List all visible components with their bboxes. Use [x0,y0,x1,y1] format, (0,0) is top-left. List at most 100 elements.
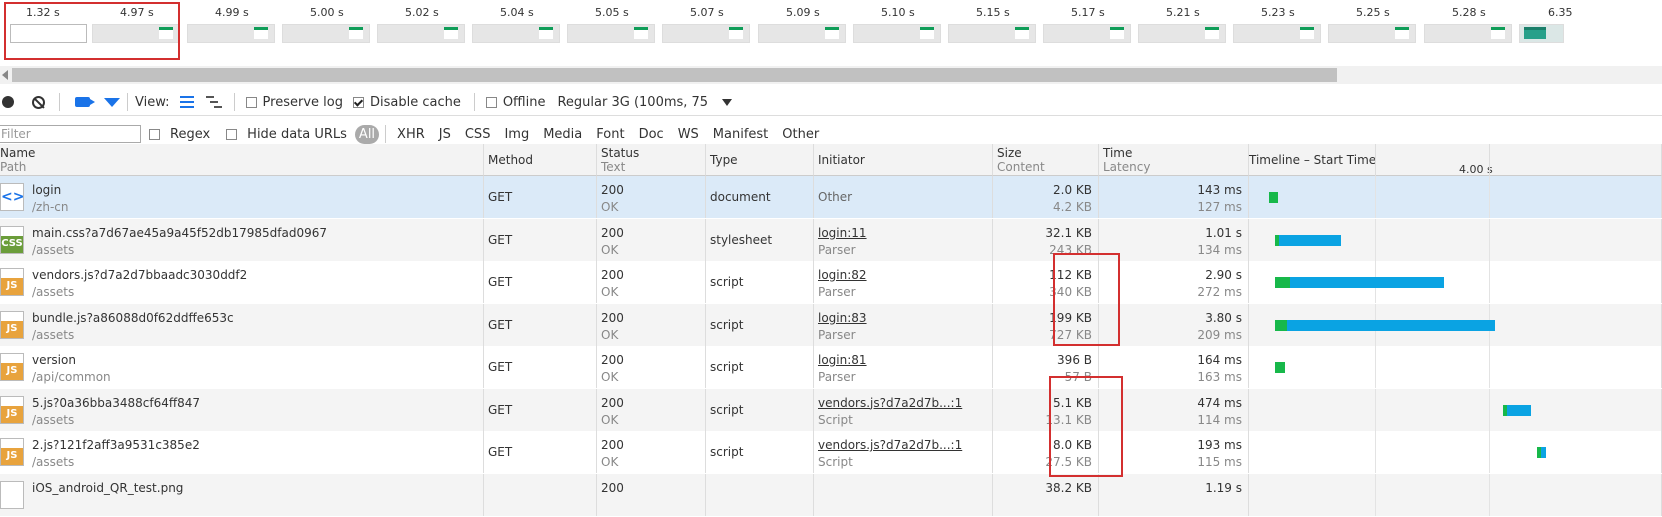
record-icon[interactable] [2,96,14,108]
column-header-name[interactable]: Name Path [0,144,484,176]
filmstrip-frame[interactable] [853,24,941,43]
filmstrip-frame[interactable] [662,24,750,43]
filmstrip-frame[interactable] [1138,24,1226,43]
table-row[interactable]: <> login/zh-cn GET 200 OK document Other 2.0 KB… [0,176,1662,218]
request-path: /zh-cn [32,200,69,214]
cell-type: script [706,261,814,303]
resource-type: document [710,190,771,204]
request-name: main.css?a7d67ae45a9a45f52db17985dfad096… [32,225,328,240]
page-thumbnail [1205,27,1219,39]
initiator-type: Script [818,455,853,469]
type-filter-ws[interactable]: WS [673,125,704,144]
filmstrip-frame[interactable] [1424,24,1512,43]
hide-data-urls-checkbox[interactable] [226,128,238,140]
header-size-label: Size [997,146,1022,160]
filmstrip-time: 5.07 s [690,6,724,19]
type-filter-css[interactable]: CSS [460,125,496,144]
table-row[interactable]: JS 5.js?0a36bba3488cf64ff847/assets GET 200… [0,388,1662,431]
page-thumbnail [254,27,268,39]
column-header-time[interactable]: Time Latency [1099,144,1249,176]
initiator-type: Parser [818,285,856,299]
table-row[interactable]: JS bundle.js?a86088d0f62ddffe653c/assets G… [0,303,1662,346]
filmstrip-frame[interactable] [282,24,370,43]
filmstrip-frame[interactable] [758,24,846,43]
timeline-gridline [1489,218,1490,261]
disable-cache-checkbox[interactable] [352,96,364,108]
timeline-gridline [1375,473,1376,516]
column-header-timeline[interactable]: Timeline – Start Time 4.00 s [1249,144,1662,176]
request-name: vendors.js?d7a2d7bbaadc3030ddf2 [32,268,248,282]
divider [233,93,235,111]
offline-checkbox[interactable] [485,96,497,108]
clear-icon[interactable] [32,95,45,109]
column-header-size[interactable]: Size Content [993,144,1099,176]
filmstrip-scrollbar[interactable] [0,66,1662,84]
table-row[interactable]: iOS_android_QR_test.png 200 38.2 KB 1.19 s [0,473,1662,516]
filmstrip-frame[interactable] [377,24,465,43]
throttling-select[interactable]: Regular 3G (100ms, 75 [557,95,708,110]
table-row[interactable]: JS version/api/common GET 200 OK script login:… [0,346,1662,388]
timeline-gridline [1375,176,1376,218]
timeline-gridline [1375,346,1376,388]
status-code: 200 [601,480,624,495]
column-header-initiator[interactable]: Initiator [814,144,993,176]
type-filter-all[interactable]: All [354,124,380,144]
cell-timeline [1249,261,1662,303]
overview-icon[interactable] [205,96,222,108]
cell-name: JS 5.js?0a36bba3488cf64ff847/assets [0,388,484,431]
type-filter-img[interactable]: Img [499,125,534,144]
hide-data-urls-label: Hide data URLs [247,126,347,142]
filmstrip-frame[interactable] [472,24,560,43]
request-name: login [32,183,62,197]
type-filter-manifest[interactable]: Manifest [708,125,773,144]
type-filter-js[interactable]: JS [434,125,456,144]
large-rows-icon[interactable] [179,96,194,108]
filmstrip-frame[interactable] [1233,24,1321,43]
cell-name: CSS main.css?a7d67ae45a9a45f52db17985dfad… [0,218,484,261]
table-row[interactable]: JS 2.js?121f2aff3a9531c385e2/assets GET 200… [0,431,1662,473]
initiator-link[interactable]: vendors.js?d7a2d7b...:1 [818,396,962,410]
preserve-log-checkbox[interactable] [245,96,257,108]
type-filter-doc[interactable]: Doc [634,125,669,144]
cell-status: 200 OK [597,388,706,431]
css-file-icon: CSS [0,225,24,254]
filmstrip-frame[interactable] [567,24,655,43]
filter-icon[interactable] [104,97,120,107]
timeline-gridline [1375,388,1376,431]
status-text: OK [601,200,619,214]
divider [59,93,60,111]
type-filter-font[interactable]: Font [591,125,629,144]
header-status-label: Status [601,146,640,160]
chevron-down-icon[interactable] [722,98,733,106]
filmstrip-frame[interactable] [187,24,275,43]
filter-input[interactable] [0,125,141,143]
filmstrip-frame[interactable] [1043,24,1131,43]
type-filter-other[interactable]: Other [777,125,824,144]
scrollbar-thumb[interactable] [12,68,1337,82]
initiator-link[interactable]: vendors.js?d7a2d7b...:1 [818,438,962,452]
initiator-link[interactable]: login:82 [818,268,867,282]
request-latency: 163 ms [1197,370,1242,384]
initiator-type: Parser [818,242,856,257]
initiator-link[interactable]: login:83 [818,311,867,325]
filmstrip-frame[interactable] [1519,24,1564,43]
column-header-type[interactable]: Type [706,144,814,176]
scroll-left-icon[interactable] [2,70,8,80]
type-filter-xhr[interactable]: XHR [392,125,430,144]
initiator-link[interactable]: login:81 [818,353,867,367]
table-row[interactable]: JS vendors.js?d7a2d7bbaadc3030ddf2/assets… [0,261,1662,303]
request-name: bundle.js?a86088d0f62ddffe653c [32,310,234,325]
filmstrip-frame[interactable] [1328,24,1416,43]
filmstrip-frame[interactable] [948,24,1036,43]
column-header-status[interactable]: Status Text [597,144,706,176]
regex-checkbox[interactable] [149,128,160,140]
cell-status: 200 OK [597,176,706,218]
initiator-link[interactable]: login:11 [818,226,867,240]
timeline-gridline [1489,388,1490,431]
header-initiator-label: Initiator [818,153,865,167]
type-filter-media[interactable]: Media [538,125,587,144]
capture-screenshots-icon[interactable] [75,97,95,107]
cell-type: script [706,303,814,346]
table-row[interactable]: CSS main.css?a7d67ae45a9a45f52db17985dfad… [0,218,1662,261]
column-header-method[interactable]: Method [484,144,597,176]
